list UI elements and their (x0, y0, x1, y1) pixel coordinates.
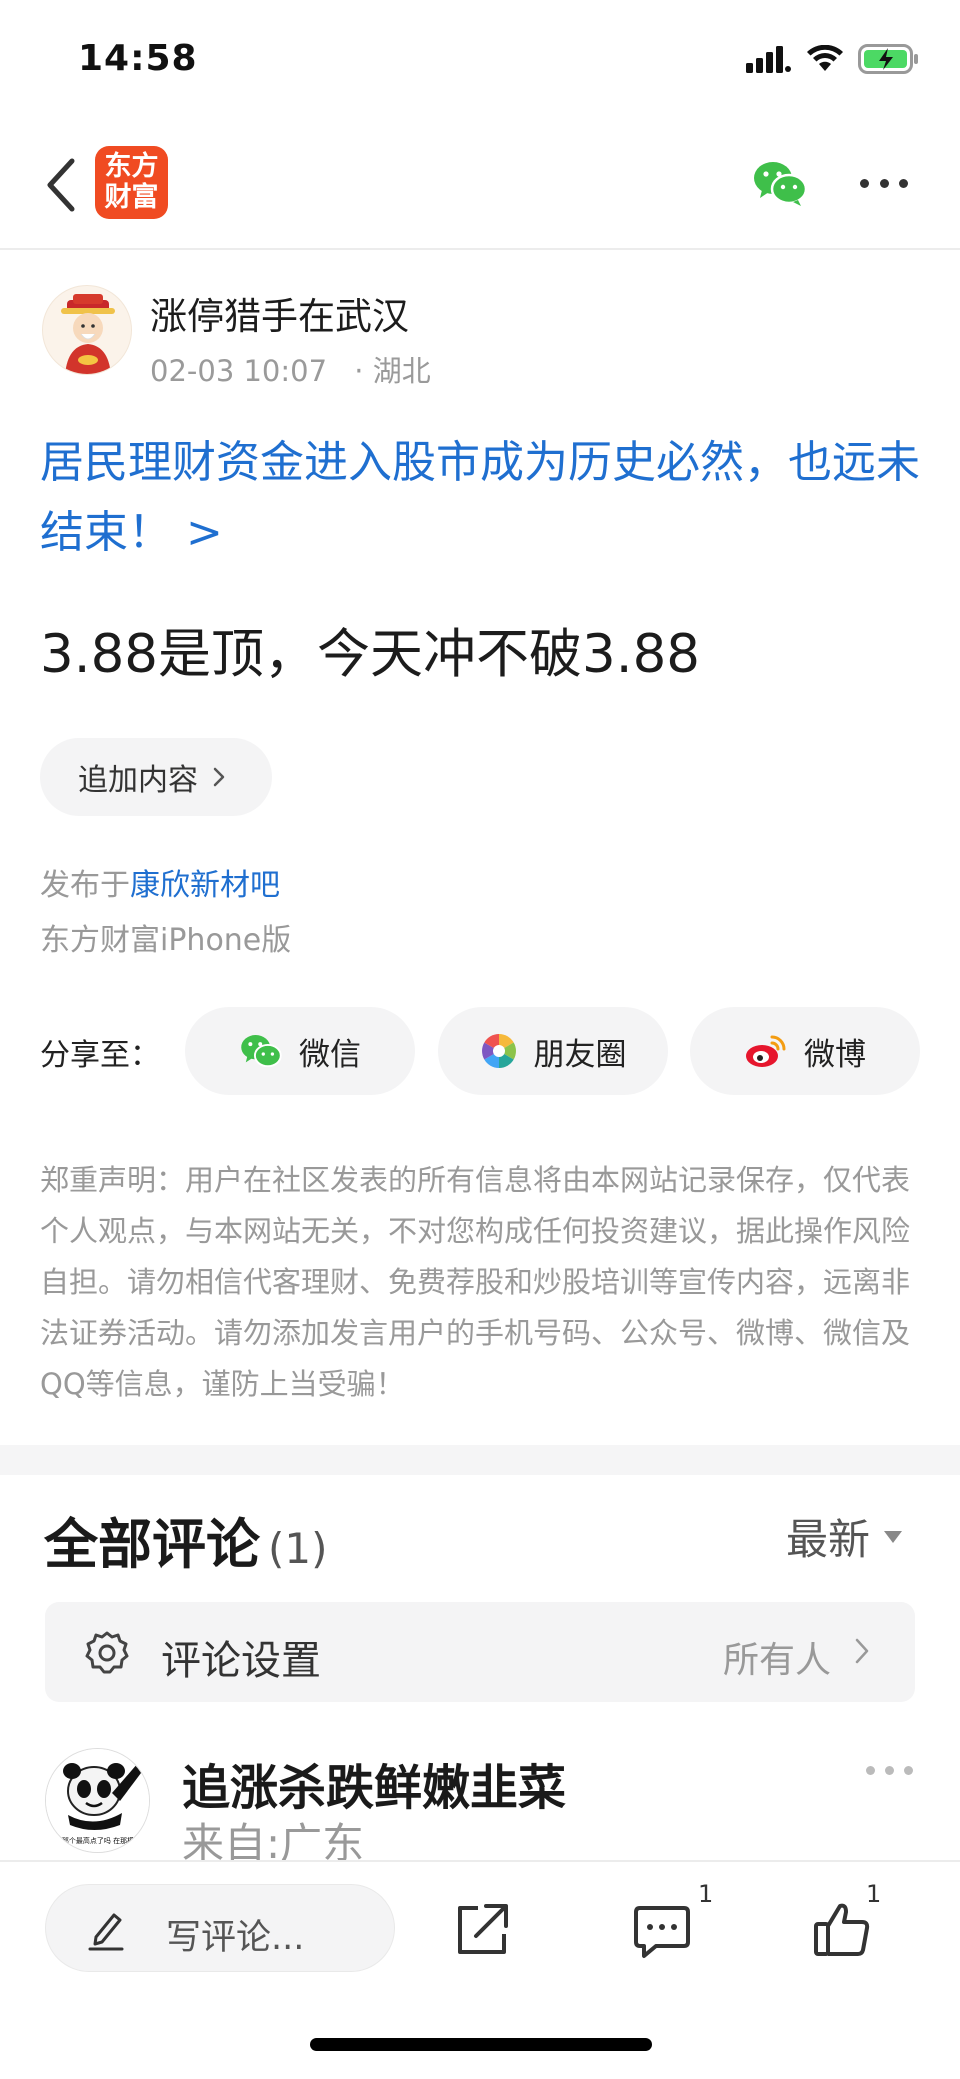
moments-icon (481, 1034, 516, 1068)
logo-line-2: 财富 (104, 182, 159, 213)
comment-settings-label: 评论设置 (161, 1638, 321, 1684)
comment-settings-row[interactable]: 评论设置 所有人 (45, 1602, 915, 1702)
logo-line-1: 东方 (104, 151, 159, 182)
home-indicator (310, 2038, 652, 2051)
share-external-icon (458, 1904, 508, 1954)
write-comment-input[interactable]: 写评论... (45, 1884, 395, 1972)
share-button[interactable] (452, 1900, 512, 1960)
more-dot-icon (899, 178, 908, 188)
wifi-icon (807, 45, 843, 71)
share-weibo-label: 微博 (804, 1036, 866, 1073)
posted-in: 发布于康欣新材吧 (40, 860, 280, 904)
share-label: 分享至： (40, 1038, 160, 1073)
comment-count-badge: 1 (698, 1880, 714, 1908)
post-datetime: 02-03 10:07 (150, 354, 328, 388)
caret-down-icon (884, 1530, 903, 1543)
author-avatar[interactable] (42, 285, 132, 375)
disclaimer: 郑重声明：用户在社区发表的所有信息将由本网站记录保存，仅代表个人观点，与本网站无… (40, 1163, 911, 1401)
share-wechat-label: 微信 (299, 1036, 361, 1073)
status-bar: 14:58 (0, 0, 960, 120)
comment-user-avatar[interactable]: 看到那个最高点了吗 在那模给的 (45, 1748, 150, 1853)
comments-button[interactable] (632, 1900, 692, 1960)
comment-settings-value: 所有人 (722, 1640, 831, 1681)
battery-charging-icon (858, 44, 918, 74)
client-source: 东方财富iPhone版 (40, 923, 292, 958)
nav-bar: 东方 财富 (0, 120, 960, 250)
more-dot-icon (885, 1766, 894, 1775)
post-body: 3.88是顶，今天冲不破3.88 (40, 624, 701, 685)
stock-bar-link[interactable]: 康欣新材吧 (130, 868, 280, 903)
share-moments-button[interactable]: 朋友圈 (438, 1007, 668, 1095)
share-moments-label: 朋友圈 (533, 1036, 627, 1073)
append-content-button[interactable]: 追加内容 (40, 738, 272, 816)
gear-icon (85, 1631, 129, 1674)
chevron-right-icon (213, 767, 225, 787)
god-of-wealth-avatar-icon (61, 294, 115, 374)
more-dot-icon (879, 178, 889, 188)
comment-username[interactable]: 追涨杀跌鲜嫩韭菜 (182, 1748, 566, 1818)
wechat-icon (754, 162, 808, 206)
panda-meme-avatar-icon: 看到那个最高点了吗 在那模给的 (46, 1749, 149, 1852)
back-button[interactable] (36, 150, 86, 220)
more-dot-icon (866, 1766, 875, 1775)
posted-in-prefix: 发布于 (40, 868, 130, 903)
comment-bubble-icon (634, 1906, 690, 1958)
more-menu-button[interactable] (856, 158, 912, 208)
chevron-right-icon (855, 1638, 869, 1664)
app-logo[interactable]: 东方 财富 (95, 146, 168, 219)
append-content-label: 追加内容 (78, 763, 198, 798)
comments-header: 全部评论 (1) (44, 1500, 328, 1579)
wechat-share-button[interactable] (752, 158, 808, 208)
status-time: 14:58 (78, 38, 198, 79)
author-name[interactable]: 涨停猎手在武汉 (150, 286, 409, 340)
sort-label: 最新 (786, 1515, 871, 1564)
comment-more-button[interactable] (866, 1766, 913, 1775)
comments-sort-select[interactable]: 最新 (786, 1506, 903, 1567)
comments-title: 全部评论 (44, 1513, 260, 1576)
chevron-left-icon (47, 158, 75, 212)
weibo-icon (746, 1035, 786, 1067)
share-wechat-button[interactable]: 微信 (185, 1007, 415, 1095)
more-dot-icon (904, 1766, 913, 1775)
thumbs-up-icon (814, 1903, 870, 1956)
post-location: · 湖北 (354, 354, 431, 388)
like-button[interactable] (812, 1900, 872, 1960)
wechat-icon (241, 1035, 282, 1068)
status-icons (746, 44, 920, 74)
cellular-signal-icon (746, 46, 791, 73)
comments-count: (1) (268, 1524, 328, 1573)
post-title-link[interactable]: 居民理财资金进入股市成为历史必然，也远未结束！ > (40, 428, 930, 568)
post-meta: 02-03 10:07 · 湖北 (150, 348, 431, 390)
like-count-badge: 1 (866, 1880, 882, 1908)
write-comment-placeholder: 写评论... (166, 1918, 305, 1958)
share-weibo-button[interactable]: 微博 (690, 1007, 920, 1095)
section-divider (0, 1445, 960, 1475)
avatar-caption: 看到那个最高点了吗 在那模给的 (48, 1836, 148, 1845)
pen-icon (88, 1913, 124, 1951)
more-dot-icon (860, 178, 869, 188)
